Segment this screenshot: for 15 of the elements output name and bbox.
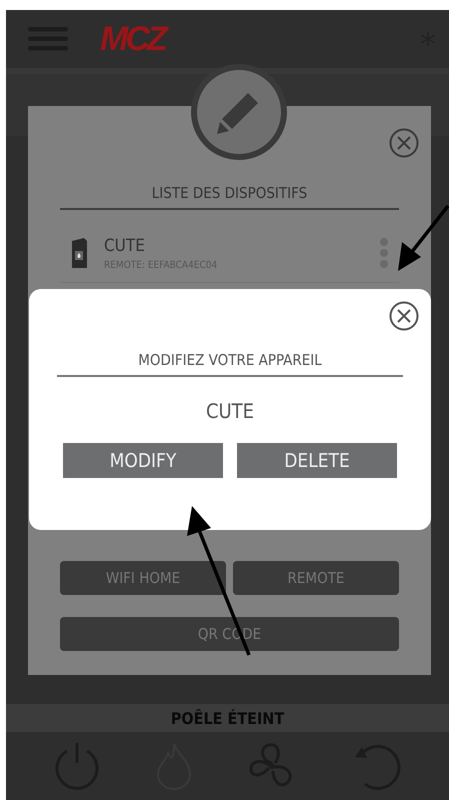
close-icon <box>389 301 419 331</box>
close-button[interactable] <box>389 128 419 158</box>
device-name: CUTE <box>104 236 146 256</box>
connection-button[interactable]: REMOTE <box>233 561 399 595</box>
modal-title: MODIFIEZ VOTRE APPAREIL <box>57 351 403 377</box>
close-icon <box>389 128 419 158</box>
connection-button[interactable]: WIFI HOME <box>60 561 226 595</box>
annotation-arrow <box>398 204 449 271</box>
close-button[interactable] <box>389 301 419 331</box>
action-button[interactable]: DELETE <box>237 443 397 478</box>
stove-icon <box>70 237 88 269</box>
brand-logo: MCZ <box>100 20 168 58</box>
device-name: CUTE <box>204 399 256 423</box>
action-button[interactable]: MODIFY <box>63 443 223 478</box>
panel-title: LISTE DES DISPOSITIFS <box>60 184 399 210</box>
